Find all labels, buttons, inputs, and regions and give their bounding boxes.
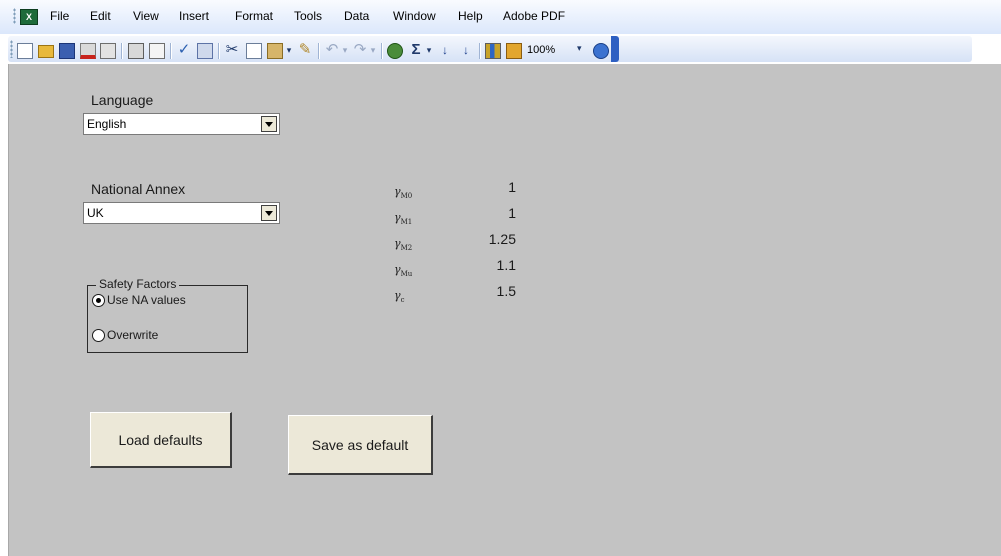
menu-format[interactable]: Format — [235, 9, 273, 23]
load-defaults-button[interactable]: Load defaults — [90, 412, 232, 468]
gamma-m0-symbol: γM0 — [394, 185, 413, 201]
language-value: English — [87, 117, 127, 131]
excel-app-icon[interactable]: X — [20, 9, 38, 25]
undo-dropdown-icon[interactable]: ▾ — [340, 41, 350, 59]
drawing-icon[interactable] — [506, 43, 522, 59]
menu-help[interactable]: Help — [458, 9, 483, 23]
language-combobox[interactable]: English — [83, 113, 280, 135]
use-na-values-label: Use NA values — [107, 293, 186, 307]
menu-edit[interactable]: Edit — [90, 9, 111, 23]
toolbar-separator — [218, 43, 220, 59]
menubar-grip[interactable] — [13, 8, 16, 24]
national-annex-dropdown-icon[interactable] — [261, 205, 277, 221]
menu-bar: X File Edit View Insert Format Tools Dat… — [0, 0, 1001, 34]
cut-icon[interactable]: ✂ — [224, 41, 240, 59]
autosum-icon[interactable]: Σ — [408, 41, 424, 59]
gamma-mu-value: 1.1 — [496, 257, 516, 273]
gamma-m0-value: 1 — [508, 179, 516, 195]
menu-window[interactable]: Window — [393, 9, 436, 23]
redo-dropdown-icon[interactable]: ▾ — [368, 41, 378, 59]
gamma-m1-symbol: γM1 — [394, 211, 413, 227]
sort-descending-icon[interactable]: ↓ — [458, 41, 474, 59]
zoom-box[interactable]: 100% — [527, 42, 577, 59]
email-icon[interactable] — [100, 43, 116, 59]
gamma-mu-symbol: γMu — [394, 263, 413, 279]
chart-wizard-icon[interactable] — [485, 43, 501, 59]
toolbar-separator — [479, 43, 481, 59]
redo-icon[interactable]: ↷ — [352, 41, 368, 59]
zoom-dropdown-icon[interactable]: ▾ — [577, 43, 582, 54]
toolbar-separator — [381, 43, 383, 59]
paste-icon[interactable] — [267, 43, 283, 59]
toolbar-separator — [318, 43, 320, 59]
save-as-default-button[interactable]: Save as default — [288, 415, 433, 475]
worksheet-area: Language English National Annex UK Safet… — [8, 64, 1001, 556]
excel-window: X File Edit View Insert Format Tools Dat… — [0, 0, 1001, 556]
language-label: Language — [91, 92, 154, 108]
gamma-m2-value: 1.25 — [488, 231, 516, 247]
format-painter-icon[interactable]: ✎ — [297, 41, 313, 59]
permission-icon[interactable] — [80, 43, 96, 59]
menu-insert[interactable]: Insert — [179, 9, 209, 23]
menu-tools[interactable]: Tools — [294, 9, 322, 23]
menu-adobe-pdf[interactable]: Adobe PDF — [503, 9, 565, 23]
toolbar-separator — [121, 43, 123, 59]
research-icon[interactable] — [197, 43, 213, 59]
national-annex-value: UK — [87, 206, 104, 220]
print-preview-icon[interactable] — [149, 43, 165, 59]
safety-factors-frame: Safety Factors Use NA values Overwrite — [87, 277, 248, 353]
menu-file[interactable]: File — [50, 9, 69, 23]
hyperlink-icon[interactable] — [387, 43, 403, 59]
gamma-c-symbol: γc — [394, 289, 405, 305]
sort-ascending-icon[interactable]: ↓ — [437, 41, 453, 59]
overwrite-radio[interactable] — [92, 329, 105, 342]
undo-icon[interactable]: ↶ — [324, 41, 340, 59]
gamma-m1-value: 1 — [508, 205, 516, 221]
gamma-m2-symbol: γM2 — [394, 237, 413, 253]
menu-data[interactable]: Data — [344, 9, 369, 23]
copy-icon[interactable] — [246, 43, 262, 59]
help-icon[interactable] — [593, 43, 609, 59]
autosum-dropdown-icon[interactable]: ▾ — [424, 41, 434, 59]
paste-dropdown-icon[interactable]: ▾ — [284, 41, 294, 59]
save-icon[interactable] — [59, 43, 75, 59]
toolbar-grip[interactable] — [10, 40, 13, 58]
open-folder-icon[interactable] — [38, 45, 54, 58]
print-icon[interactable] — [128, 43, 144, 59]
safety-factors-title: Safety Factors — [96, 277, 180, 291]
national-annex-combobox[interactable]: UK — [83, 202, 280, 224]
gamma-c-value: 1.5 — [496, 283, 516, 299]
menu-view[interactable]: View — [133, 9, 159, 23]
language-dropdown-icon[interactable] — [261, 116, 277, 132]
new-document-icon[interactable] — [17, 43, 33, 59]
standard-toolbar: ✓ ✂ ▾ ✎ ↶ ▾ ↷ ▾ Σ ▾ ↓ ↓ 100% ▾ — [0, 34, 1001, 64]
overwrite-label: Overwrite — [107, 328, 159, 342]
use-na-values-radio[interactable] — [92, 294, 105, 307]
national-annex-label: National Annex — [91, 181, 186, 197]
spelling-icon[interactable]: ✓ — [176, 41, 192, 59]
toolbar-options-button[interactable] — [611, 36, 619, 62]
toolbar-separator — [170, 43, 172, 59]
